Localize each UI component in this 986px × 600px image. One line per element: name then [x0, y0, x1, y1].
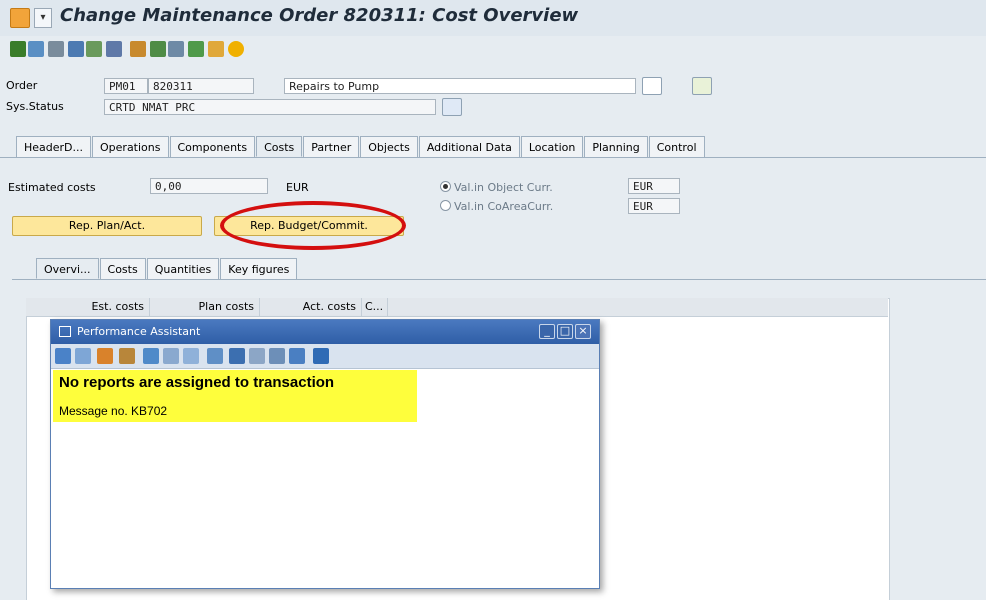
list-edit-icon[interactable]: [168, 41, 184, 57]
column-act-costs[interactable]: Act. costs: [260, 298, 362, 316]
window-title: Change Maintenance Order 820311: Cost Ov…: [60, 5, 579, 26]
tab-partner[interactable]: Partner: [303, 136, 360, 157]
dialog-toolbar: [51, 344, 599, 369]
order-label: Order: [6, 79, 38, 92]
status-info-icon[interactable]: [442, 98, 462, 116]
notes-icon[interactable]: [692, 77, 712, 95]
message-number: Message no. KB702: [59, 404, 168, 418]
sys-status-field: CRTD NMAT PRC: [104, 99, 436, 115]
order-number-field[interactable]: 820311: [148, 78, 254, 94]
close-icon[interactable]: ×: [575, 324, 591, 339]
table-header: Est. costs Plan costs Act. costs C...: [26, 298, 888, 317]
subtab-costs[interactable]: Costs: [99, 258, 146, 279]
objects-icon[interactable]: [130, 41, 146, 57]
application-toolbar: [0, 36, 986, 64]
currency-label: EUR: [286, 181, 309, 194]
column-currency[interactable]: C...: [362, 298, 388, 316]
cost-subtabstrip: Overvi... Costs Quantities Key figures: [36, 258, 298, 280]
back-icon[interactable]: [55, 348, 71, 364]
estimated-costs-label: Estimated costs: [8, 181, 96, 194]
sys-status-label: Sys.Status: [6, 100, 64, 113]
performance-assistant-dialog: Performance Assistant _ □ × No reports a…: [50, 319, 600, 589]
column-plan-costs[interactable]: Plan costs: [150, 298, 260, 316]
tab-operations[interactable]: Operations: [92, 136, 169, 157]
estimated-costs-field[interactable]: 0,00: [150, 178, 268, 194]
edit-icon[interactable]: [188, 41, 204, 57]
object-currency-field: EUR: [628, 178, 680, 194]
order-type-field[interactable]: PM01: [104, 78, 148, 94]
tab-planning[interactable]: Planning: [584, 136, 648, 157]
order-description-field[interactable]: Repairs to Pump: [284, 78, 636, 94]
glasses-icon[interactable]: [183, 348, 199, 364]
dialog-title: Performance Assistant: [77, 325, 201, 338]
menu-dropdown-icon[interactable]: ▾: [34, 8, 52, 28]
coarea-currency-label: Val.in CoAreaCurr.: [454, 200, 554, 213]
list-icon[interactable]: [48, 41, 64, 57]
print-icon[interactable]: [269, 348, 285, 364]
sap-app-icon[interactable]: [10, 8, 30, 28]
bookmark-icon[interactable]: [229, 348, 245, 364]
title-bar: ▾ Change Maintenance Order 820311: Cost …: [0, 0, 986, 37]
column-est-costs[interactable]: Est. costs: [26, 298, 150, 316]
hierarchy-icon[interactable]: [28, 41, 44, 57]
forward-icon[interactable]: [75, 348, 91, 364]
subtab-key-figures[interactable]: Key figures: [220, 258, 298, 279]
subtab-overview[interactable]: Overvi...: [36, 258, 99, 279]
calculator-icon[interactable]: [68, 41, 84, 57]
coarea-currency-field: EUR: [628, 198, 680, 214]
link-icon[interactable]: [163, 348, 179, 364]
object-currency-label: Val.in Object Curr.: [454, 181, 553, 194]
book-icon[interactable]: [207, 348, 223, 364]
subtab-quantities[interactable]: Quantities: [146, 258, 220, 279]
tab-header-data[interactable]: HeaderD...: [16, 136, 92, 157]
tabstrip-divider: [0, 157, 986, 158]
tab-objects[interactable]: Objects: [360, 136, 418, 157]
structure-icon[interactable]: [119, 348, 135, 364]
structure-icon[interactable]: [86, 41, 102, 57]
coarea-currency-radio[interactable]: [440, 200, 451, 211]
find-icon[interactable]: [289, 348, 305, 364]
maximize-icon[interactable]: □: [557, 324, 573, 339]
minimize-icon[interactable]: _: [539, 324, 555, 339]
long-text-edit-icon[interactable]: [642, 77, 662, 95]
tab-components[interactable]: Components: [169, 136, 256, 157]
tab-additional-data[interactable]: Additional Data: [418, 136, 520, 157]
edit-icon[interactable]: [143, 348, 159, 364]
tab-location[interactable]: Location: [520, 136, 584, 157]
main-tabstrip: HeaderD... Operations Components Costs P…: [16, 136, 706, 158]
message-box: No reports are assigned to transaction M…: [53, 370, 417, 422]
flag-icon[interactable]: [10, 41, 26, 57]
message-title: No reports are assigned to transaction: [59, 374, 335, 391]
home-icon[interactable]: [97, 348, 113, 364]
clipboard-icon[interactable]: [208, 41, 224, 57]
close-dialog-icon[interactable]: [313, 348, 329, 364]
tab-costs[interactable]: Costs: [256, 136, 303, 157]
tab-control[interactable]: Control: [648, 136, 705, 157]
red-highlight-ellipse: [220, 201, 406, 250]
document-icon[interactable]: [150, 41, 166, 57]
info-circle-icon[interactable]: [228, 41, 244, 57]
subtabstrip-divider: [12, 279, 986, 280]
window-icon: [59, 326, 71, 337]
dialog-title-bar[interactable]: Performance Assistant _ □ ×: [51, 320, 599, 344]
object-currency-radio[interactable]: [440, 181, 451, 192]
export-icon[interactable]: [249, 348, 265, 364]
report-plan-actual-button[interactable]: Rep. Plan/Act.: [12, 216, 202, 236]
filter-icon[interactable]: [106, 41, 122, 57]
